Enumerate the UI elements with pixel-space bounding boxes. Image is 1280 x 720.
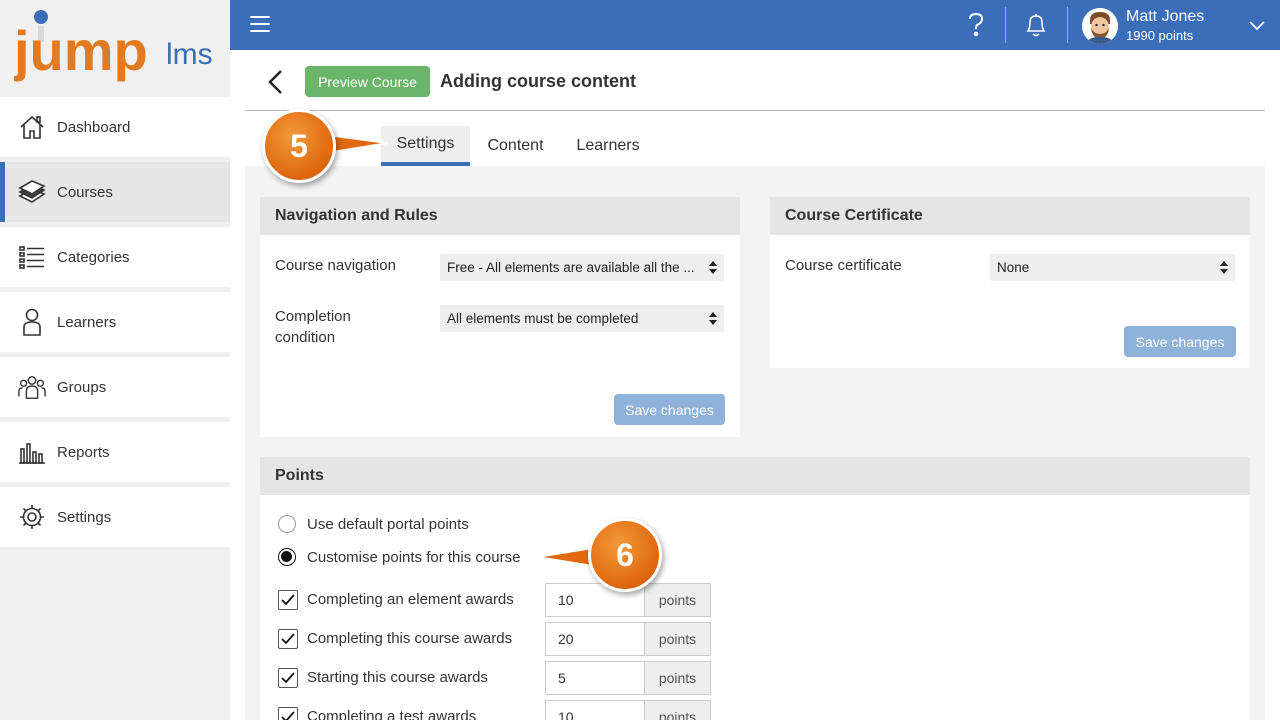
sidebar-item-label: Reports [57, 443, 110, 461]
sidebar-item-learners[interactable]: Learners [0, 292, 230, 352]
points-panel: Points Use default portal points Customi… [260, 457, 1250, 720]
checkmark-icon [281, 672, 295, 684]
points-input[interactable]: 10 [545, 700, 645, 720]
tab-content[interactable]: Content [473, 126, 558, 166]
radio-button[interactable] [278, 515, 296, 533]
select-arrows-icon [1220, 261, 1228, 274]
bar-chart-icon [18, 438, 46, 466]
points-unit: points [644, 700, 711, 720]
sidebar-item-settings[interactable]: Settings [0, 487, 230, 547]
checkbox[interactable] [278, 590, 298, 610]
save-certificate-button[interactable]: Save changes [1124, 326, 1236, 357]
select-arrows-icon [709, 312, 717, 325]
topbar-divider [1067, 7, 1068, 43]
sidebar-item-dashboard[interactable]: Dashboard [0, 97, 230, 157]
points-unit: points [644, 661, 711, 695]
points-input[interactable]: 5 [545, 661, 645, 695]
user-points: 1990 points [1126, 28, 1194, 43]
home-icon [18, 113, 46, 141]
sidebar-item-label: Groups [57, 378, 107, 396]
topbar-divider [1005, 7, 1006, 43]
page-title: Adding course content [440, 71, 637, 91]
header-divider [245, 110, 1265, 111]
checkmark-icon [281, 594, 295, 606]
tab-learners[interactable]: Learners [564, 126, 652, 166]
gear-icon [18, 503, 46, 531]
help-icon[interactable] [962, 10, 990, 40]
panel-title: Navigation and Rules [260, 197, 740, 235]
sidebar-item-label: Categories [57, 248, 130, 266]
checkbox[interactable] [278, 629, 298, 649]
radio-default-points[interactable]: Use default portal points [278, 513, 469, 535]
navigation-rules-panel: Navigation and Rules Course navigation F… [260, 197, 740, 437]
select-value: None [997, 260, 1030, 275]
course-navigation-select[interactable]: Free - All elements are available all th… [440, 254, 724, 281]
logo-main-text: jump [14, 19, 148, 82]
award-label: Completing a test awards [307, 708, 477, 720]
user-name: Matt Jones [1126, 8, 1205, 25]
select-arrows-icon [709, 261, 717, 274]
save-navigation-button[interactable]: Save changes [614, 394, 725, 425]
award-label: Starting this course awards [307, 669, 488, 686]
points-unit: points [644, 583, 711, 617]
sidebar-item-groups[interactable]: Groups [0, 357, 230, 417]
course-certificate-select[interactable]: None [990, 254, 1235, 281]
chevron-down-icon[interactable] [1248, 16, 1266, 34]
list-icon [18, 243, 46, 271]
sidebar-item-label: Settings [57, 508, 112, 526]
radio-label: Use default portal points [307, 515, 469, 533]
course-navigation-label: Course navigation [275, 257, 396, 274]
sidebar-item-label: Courses [57, 183, 113, 201]
sidebar-item-categories[interactable]: Categories [0, 227, 230, 287]
radio-label: Customise points for this course [307, 548, 521, 566]
bell-icon[interactable] [1024, 12, 1048, 38]
points-input[interactable]: 20 [545, 622, 645, 656]
sidebar-item-label: Learners [57, 313, 117, 331]
checkbox[interactable] [278, 668, 298, 688]
course-certificate-label: Course certificate [785, 257, 902, 274]
completion-condition-select[interactable]: All elements must be completed [440, 305, 724, 332]
award-label: Completing an element awards [307, 591, 514, 608]
preview-course-button[interactable]: Preview Course [305, 66, 430, 97]
tab-settings[interactable]: Settings [381, 126, 470, 166]
checkmark-icon [281, 633, 295, 645]
logo-suffix-text: lms [166, 38, 213, 71]
panel-title: Course Certificate [770, 197, 1250, 235]
top-bar: Matt Jones 1990 points [230, 0, 1280, 50]
panel-title: Points [260, 457, 1250, 495]
checkbox[interactable] [278, 707, 298, 720]
checkmark-icon [281, 711, 295, 720]
user-menu[interactable]: Matt Jones 1990 points [1082, 6, 1272, 46]
select-value: Free - All elements are available all th… [447, 260, 695, 275]
completion-condition-label: Completion condition [275, 308, 351, 346]
sidebar-item-courses[interactable]: Courses [0, 162, 230, 222]
group-icon [18, 373, 46, 401]
avatar [1082, 8, 1118, 44]
step-5-marker: 5 [262, 109, 336, 183]
sidebar-item-reports[interactable]: Reports [0, 422, 230, 482]
points-unit: points [644, 622, 711, 656]
sidebar-item-label: Dashboard [57, 118, 131, 136]
books-icon [18, 178, 46, 206]
person-icon [18, 308, 46, 336]
radio-button[interactable] [278, 548, 296, 566]
award-label: Completing this course awards [307, 630, 513, 647]
radio-customise-points[interactable]: Customise points for this course [278, 546, 520, 568]
select-value: All elements must be completed [447, 311, 639, 326]
hamburger-menu-icon[interactable] [250, 16, 270, 34]
back-arrow-icon[interactable] [264, 67, 286, 97]
step-6-marker: 6 [588, 518, 662, 592]
sidebar: jump lms Dashboard Courses Categories Le… [0, 0, 230, 720]
jumplms-logo[interactable]: jump lms [13, 8, 224, 90]
course-certificate-panel: Course Certificate Course certificate No… [770, 197, 1250, 368]
